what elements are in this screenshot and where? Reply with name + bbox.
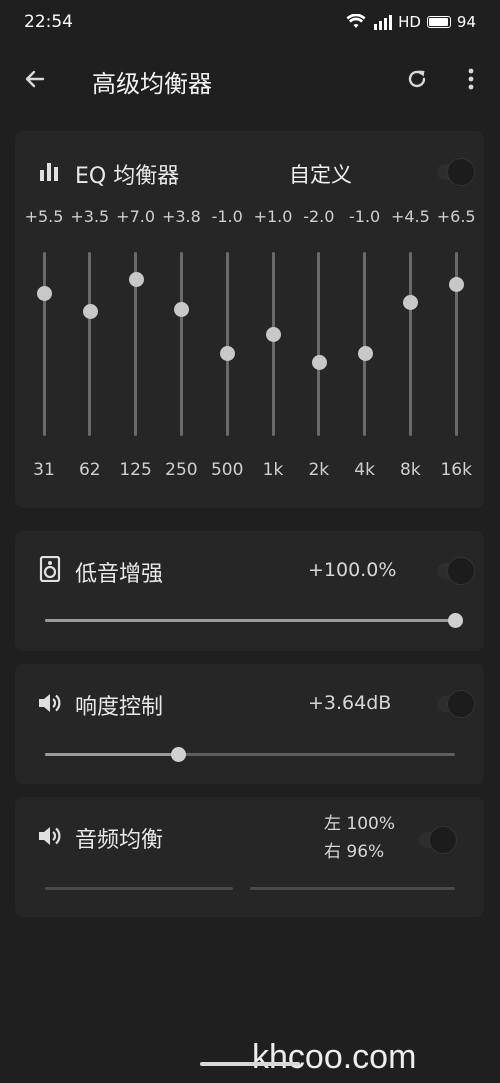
bass-boost-slider-fill bbox=[45, 619, 455, 622]
volume-icon bbox=[37, 690, 63, 716]
audio-balance-toggle[interactable] bbox=[415, 824, 459, 854]
status-icons: HD 94 bbox=[346, 13, 476, 31]
eq-band-slider-thumb[interactable] bbox=[449, 276, 465, 292]
loudness-slider-fill bbox=[45, 753, 179, 756]
eq-band-4k: -1.0 4k bbox=[342, 131, 388, 480]
eq-band-2k: -2.0 2k bbox=[296, 131, 342, 480]
network-label: HD bbox=[398, 13, 421, 31]
eq-band-slider-track[interactable] bbox=[271, 252, 275, 436]
eq-band-slider-track[interactable] bbox=[42, 252, 46, 436]
battery-icon bbox=[426, 16, 451, 28]
page-title: 高级均衡器 bbox=[92, 70, 212, 98]
eq-band-slider-thumb[interactable] bbox=[311, 354, 327, 370]
eq-band-62: +3.5 62 bbox=[67, 131, 113, 480]
eq-band-slider-track[interactable] bbox=[363, 252, 367, 436]
loudness-toggle[interactable] bbox=[433, 688, 477, 718]
eq-band-slider-thumb[interactable] bbox=[357, 345, 373, 361]
eq-band-31: +5.5 31 bbox=[21, 131, 67, 480]
eq-band-slider-thumb[interactable] bbox=[266, 327, 281, 343]
eq-band-gain-label: +6.5 bbox=[436, 207, 476, 226]
signal-icon bbox=[374, 15, 393, 30]
audio-balance-title: 音频均衡 bbox=[75, 828, 164, 853]
bass-boost-title: 低音增强 bbox=[75, 562, 164, 587]
eq-band-slider-thumb[interactable] bbox=[403, 295, 419, 311]
eq-band-slider-thumb[interactable] bbox=[220, 345, 236, 361]
eq-band-slider-track[interactable] bbox=[179, 252, 183, 436]
refresh-icon bbox=[408, 70, 426, 88]
speaker-icon bbox=[37, 556, 63, 582]
eq-band-slider-thumb[interactable] bbox=[82, 304, 98, 320]
more-vert-icon bbox=[468, 68, 474, 90]
eq-band-slider-thumb[interactable] bbox=[174, 301, 190, 317]
loudness-value: +3.64dB bbox=[308, 692, 392, 714]
bass-boost-slider-thumb[interactable] bbox=[447, 613, 463, 628]
bass-boost-value: +100.0% bbox=[308, 559, 397, 581]
eq-band-slider-track[interactable] bbox=[408, 252, 412, 436]
home-indicator[interactable] bbox=[200, 1062, 300, 1066]
eq-band-125: +7.0 125 bbox=[113, 131, 159, 480]
bass-boost-card: 低音增强 +100.0% bbox=[15, 531, 484, 651]
bass-boost-toggle[interactable] bbox=[433, 555, 477, 585]
volume-icon bbox=[37, 823, 63, 849]
reset-button[interactable] bbox=[402, 64, 432, 94]
balance-right-slider[interactable] bbox=[250, 887, 455, 890]
eq-band-frequency-label: 16k bbox=[440, 460, 472, 480]
arrow-left-icon bbox=[25, 70, 45, 88]
eq-band-1k: +1.0 1k bbox=[250, 131, 296, 480]
balance-values: 左 100% 右 96% bbox=[324, 810, 395, 866]
wifi-icon bbox=[346, 14, 366, 28]
eq-band-slider-thumb[interactable] bbox=[128, 272, 144, 288]
balance-left-value: 左 100% bbox=[324, 814, 396, 834]
loudness-card: 响度控制 +3.64dB bbox=[15, 664, 484, 784]
watermark: khcoo.com bbox=[252, 1038, 417, 1076]
loudness-title: 响度控制 bbox=[75, 695, 164, 720]
audio-balance-card: 音频均衡 左 100% 右 96% bbox=[15, 797, 484, 917]
balance-right-value: 右 96% bbox=[324, 842, 385, 862]
eq-band-500: -1.0 500 bbox=[204, 131, 250, 480]
eq-band-slider-track[interactable] bbox=[225, 252, 229, 436]
balance-left-slider[interactable] bbox=[45, 887, 233, 890]
eq-band-slider-thumb[interactable] bbox=[37, 285, 52, 301]
eq-band-slider-track[interactable] bbox=[88, 252, 92, 436]
status-bar: 22:54 HD 94 bbox=[0, 0, 500, 44]
eq-band-slider-track[interactable] bbox=[317, 252, 321, 436]
more-options-button[interactable] bbox=[458, 64, 484, 94]
battery-level: 94 bbox=[456, 13, 476, 31]
app-bar: 高级均衡器 bbox=[0, 44, 500, 114]
eq-band-16k: +6.5 16k bbox=[433, 131, 479, 480]
loudness-slider-thumb[interactable] bbox=[171, 747, 187, 762]
eq-card: EQ 均衡器 自定义 +5.5 31 +3.5 62 +7.0 125 +3.8 250 -1.… bbox=[15, 131, 484, 508]
back-button[interactable] bbox=[20, 64, 50, 94]
eq-band-250: +3.8 250 bbox=[158, 131, 204, 480]
eq-band-8k: +4.5 8k bbox=[387, 131, 433, 480]
status-time: 22:54 bbox=[24, 12, 73, 32]
